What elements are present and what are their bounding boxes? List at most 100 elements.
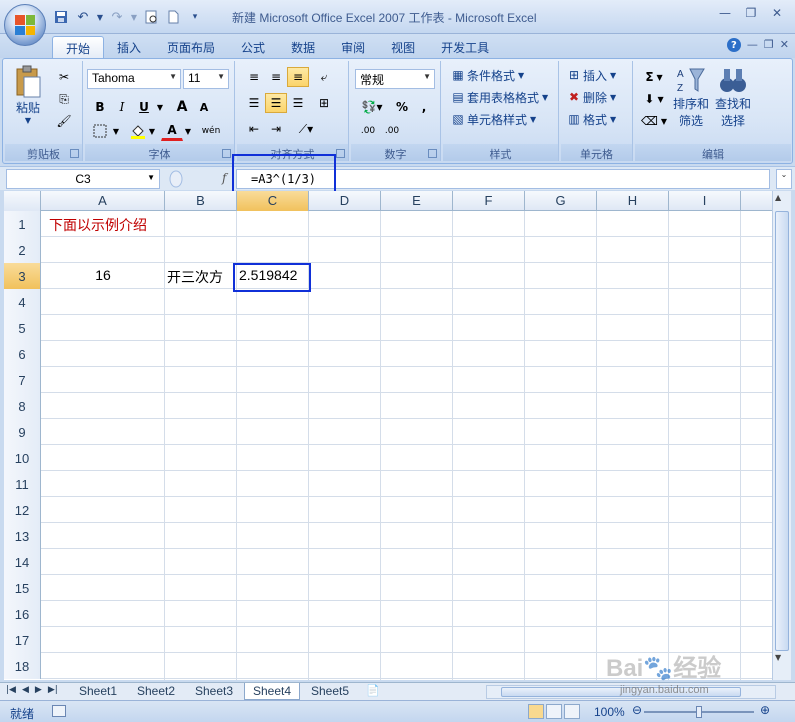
format-cells-button[interactable]: ▥ 格式 ▼: [565, 109, 616, 129]
wrap-text-icon[interactable]: ⤶: [313, 67, 335, 87]
column-header[interactable]: H: [597, 191, 669, 211]
decrease-decimal-button[interactable]: .00: [381, 121, 403, 141]
print-preview-icon[interactable]: [142, 8, 160, 26]
column-header[interactable]: I: [669, 191, 741, 211]
copy-icon[interactable]: ⎘: [53, 89, 75, 109]
clear-button[interactable]: ⌫ ▼: [639, 111, 669, 131]
row-header[interactable]: 11: [4, 471, 41, 497]
row-header[interactable]: 5: [4, 315, 41, 341]
restore-icon[interactable]: ❐: [739, 4, 763, 22]
autosum-button[interactable]: Σ ▼: [639, 67, 669, 87]
normal-view-icon[interactable]: [528, 704, 544, 719]
row-header[interactable]: 4: [4, 289, 41, 315]
phonetic-guide-button[interactable]: wén: [197, 121, 225, 141]
fill-color-icon[interactable]: [127, 121, 149, 141]
fill-button[interactable]: ⬇ ▼: [639, 89, 669, 109]
fill-color-dropdown-icon[interactable]: ▼: [147, 121, 157, 141]
zoom-out-icon[interactable]: ⊖: [632, 703, 642, 717]
shrink-font-button[interactable]: A: [193, 97, 215, 117]
font-color-dropdown-icon[interactable]: ▼: [183, 121, 193, 141]
bold-button[interactable]: B: [89, 97, 111, 117]
percent-button[interactable]: %: [391, 97, 413, 117]
tab-data[interactable]: 数据: [278, 36, 328, 58]
scroll-down-icon[interactable]: ▼: [775, 653, 781, 662]
orientation-icon[interactable]: ⟋▾: [291, 119, 321, 139]
merge-center-icon[interactable]: ⊞: [313, 93, 335, 113]
zoom-slider[interactable]: [644, 706, 754, 718]
tab-developer[interactable]: 开发工具: [428, 36, 502, 58]
format-as-table-button[interactable]: ▤ 套用表格格式 ▼: [449, 87, 548, 107]
align-middle-icon[interactable]: ≡: [265, 67, 287, 87]
column-header[interactable]: D: [309, 191, 381, 211]
zoom-in-icon[interactable]: ⊕: [760, 703, 770, 717]
font-color-button[interactable]: A: [161, 121, 183, 141]
tab-page-layout[interactable]: 页面布局: [154, 36, 228, 58]
column-header[interactable]: B: [165, 191, 237, 211]
number-launcher-icon[interactable]: [428, 149, 437, 158]
conditional-format-button[interactable]: ▦ 条件格式 ▼: [449, 65, 524, 85]
align-left-icon[interactable]: ☰: [243, 93, 265, 113]
column-header[interactable]: E: [381, 191, 453, 211]
tab-view[interactable]: 视图: [378, 36, 428, 58]
underline-dropdown-icon[interactable]: ▼: [155, 97, 165, 117]
row-header[interactable]: 15: [4, 575, 41, 601]
row-header[interactable]: 8: [4, 393, 41, 419]
number-format-combo[interactable]: 常规 ▼: [355, 69, 435, 89]
cell-a3[interactable]: 16: [41, 263, 165, 288]
row-header[interactable]: 3: [4, 263, 41, 289]
comma-button[interactable]: ,: [413, 97, 435, 117]
vertical-scrollbar[interactable]: ▲ ▼: [772, 191, 791, 680]
row-header[interactable]: 1: [4, 211, 41, 237]
italic-button[interactable]: I: [111, 97, 133, 117]
redo-icon[interactable]: ↷: [108, 8, 126, 26]
zoom-slider-knob[interactable]: [696, 706, 702, 718]
font-size-combo[interactable]: 11 ▼: [183, 69, 229, 89]
sheet-tab[interactable]: Sheet4: [244, 683, 300, 700]
row-header[interactable]: 2: [4, 237, 41, 263]
undo-dropdown-icon[interactable]: ▼: [96, 8, 104, 26]
align-right-icon[interactable]: ☰: [287, 93, 309, 113]
save-icon[interactable]: [52, 8, 70, 26]
insert-function-icon[interactable]: f: [222, 171, 226, 185]
minimize-icon[interactable]: —: [713, 4, 737, 22]
last-sheet-icon[interactable]: ▶|: [48, 685, 58, 695]
vertical-scroll-thumb[interactable]: [775, 211, 789, 651]
first-sheet-icon[interactable]: |◀: [6, 685, 16, 695]
accounting-format-icon[interactable]: 💱▾: [357, 97, 387, 117]
sheet-tab[interactable]: Sheet1: [70, 683, 126, 700]
font-name-combo[interactable]: Tahoma ▼: [87, 69, 181, 89]
page-layout-view-icon[interactable]: [546, 704, 562, 719]
cell-styles-button[interactable]: ▧ 单元格样式 ▼: [449, 109, 536, 129]
column-header[interactable]: A: [41, 191, 165, 211]
align-bottom-icon[interactable]: ≡: [287, 67, 309, 87]
column-header[interactable]: F: [453, 191, 525, 211]
borders-icon[interactable]: [89, 121, 111, 141]
increase-decimal-button[interactable]: .00: [357, 121, 379, 141]
name-box[interactable]: C3 ▼: [6, 169, 160, 189]
cut-icon[interactable]: ✂: [53, 67, 75, 87]
align-center-icon[interactable]: ☰: [265, 93, 287, 113]
tab-review[interactable]: 审阅: [328, 36, 378, 58]
row-header[interactable]: 14: [4, 549, 41, 575]
cell-b3[interactable]: 开三次方: [167, 263, 223, 288]
align-top-icon[interactable]: ≡: [243, 67, 265, 87]
sheet-tab[interactable]: Sheet3: [186, 683, 242, 700]
expand-formula-bar-icon[interactable]: ⌄: [776, 169, 792, 189]
column-header[interactable]: G: [525, 191, 597, 211]
page-break-view-icon[interactable]: [564, 704, 580, 719]
delete-cells-button[interactable]: ✖ 删除 ▼: [565, 87, 616, 107]
select-all-corner[interactable]: [4, 191, 41, 211]
macro-record-icon[interactable]: [52, 705, 66, 717]
row-header[interactable]: 6: [4, 341, 41, 367]
row-header[interactable]: 7: [4, 367, 41, 393]
format-painter-icon[interactable]: 🖌: [53, 111, 75, 131]
row-header[interactable]: 10: [4, 445, 41, 471]
grow-font-button[interactable]: A: [171, 97, 193, 117]
prev-sheet-icon[interactable]: ◀: [22, 685, 29, 695]
find-select-button[interactable]: 查找和 选择: [713, 65, 753, 139]
office-button[interactable]: [4, 4, 46, 46]
help-icon[interactable]: ?: [726, 38, 741, 52]
doc-close-icon[interactable]: ✕: [780, 38, 789, 52]
tab-insert[interactable]: 插入: [104, 36, 154, 58]
tab-home[interactable]: 开始: [52, 36, 105, 58]
